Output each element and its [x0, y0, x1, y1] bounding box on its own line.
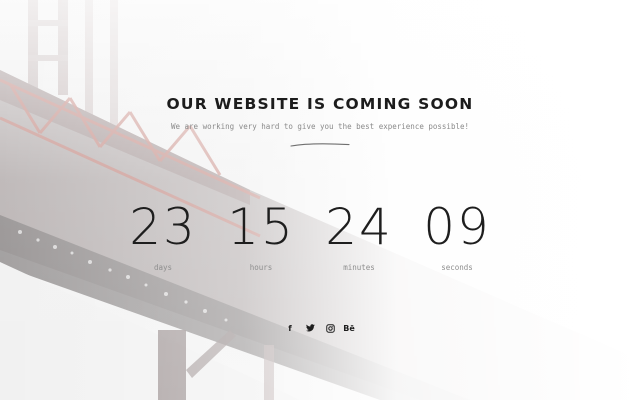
behance-icon[interactable]: Bē	[342, 322, 356, 336]
social-links: f Bē	[280, 322, 360, 336]
page-tagline: We are working very hard to give you the…	[170, 122, 469, 131]
brush-divider	[290, 143, 350, 147]
page-headline: OUR WEBSITE IS COMING SOON	[166, 95, 474, 113]
countdown-value: 15	[227, 198, 295, 256]
coming-soon-panel: OUR WEBSITE IS COMING SOON We are workin…	[0, 0, 640, 400]
countdown-minutes: 24 minutes	[311, 196, 407, 272]
countdown-label: minutes	[343, 263, 375, 272]
countdown-label: seconds	[441, 263, 473, 272]
instagram-icon[interactable]	[323, 322, 337, 336]
countdown-value: 23	[129, 198, 197, 256]
countdown-hours: 15 hours	[213, 196, 309, 272]
countdown-days: 23 days	[115, 196, 211, 272]
countdown-value: 09	[423, 198, 491, 256]
twitter-icon[interactable]	[303, 322, 317, 336]
countdown-value: 24	[325, 198, 393, 256]
countdown-timer: 23 days 15 hours 24 minutes 09 seconds	[0, 196, 640, 286]
countdown-label: hours	[249, 263, 273, 272]
countdown-label: days	[153, 263, 173, 272]
countdown-seconds: 09 seconds	[409, 196, 505, 272]
facebook-icon[interactable]: f	[283, 322, 297, 336]
